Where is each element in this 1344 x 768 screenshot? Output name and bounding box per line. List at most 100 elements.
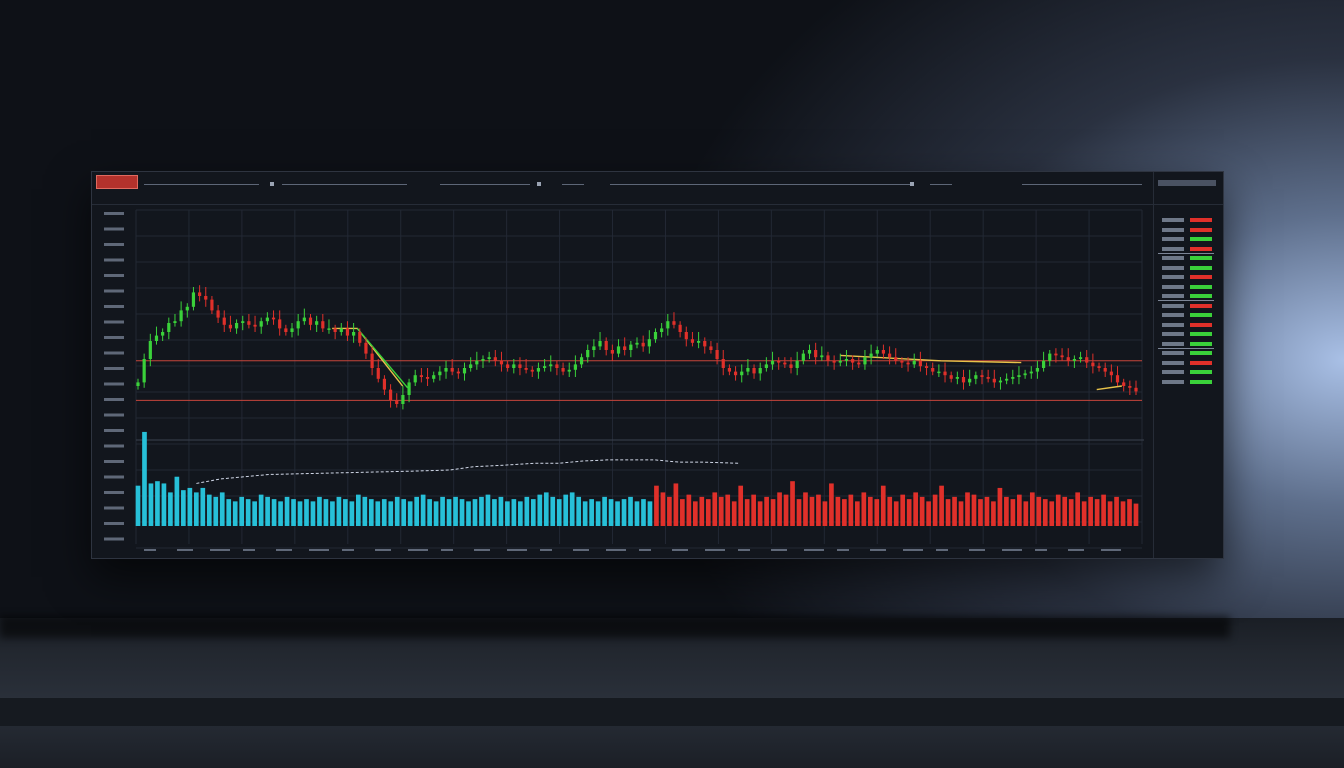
x-tick-label <box>936 549 948 551</box>
candle-body <box>191 292 196 307</box>
volume-bar <box>420 494 426 526</box>
candle-body <box>321 321 325 329</box>
candle-body <box>395 400 399 404</box>
candle-body <box>949 375 953 379</box>
candle-body <box>536 368 541 372</box>
candle-body <box>998 380 1003 383</box>
volume-bar <box>155 481 160 526</box>
volume-bar <box>1023 501 1029 526</box>
candle-body <box>444 368 448 372</box>
volume-bar <box>926 501 931 526</box>
volume-bar <box>919 496 925 526</box>
volume-bar <box>304 499 309 526</box>
volume-bar <box>615 501 620 526</box>
candle-body <box>364 342 368 354</box>
volume-bar <box>660 492 666 526</box>
candle-body <box>265 317 269 322</box>
x-axis-labels <box>144 549 1121 551</box>
volume-bar <box>381 499 387 526</box>
volume-bar <box>692 501 698 526</box>
y-axis-labels <box>104 212 124 541</box>
candle-body <box>161 332 165 336</box>
candle-body <box>635 342 639 345</box>
volume-bar <box>589 499 594 526</box>
y-tick-label <box>104 305 124 308</box>
volume-bar <box>667 496 672 526</box>
candle-body <box>789 364 793 368</box>
y-tick-label <box>104 367 124 370</box>
volume-bar <box>1068 499 1074 526</box>
x-tick-label <box>243 549 255 551</box>
volume-bar <box>1075 492 1081 526</box>
desk-surface <box>0 618 1344 768</box>
candle-body <box>204 296 208 300</box>
candle-body <box>1005 378 1009 381</box>
order-book-size <box>1190 218 1212 222</box>
candle-body <box>388 389 393 401</box>
volume-bar <box>595 501 601 526</box>
y-tick-label <box>104 243 124 246</box>
volume-bar <box>751 494 756 526</box>
candle-body <box>690 339 695 343</box>
volume-bar <box>1120 501 1126 526</box>
candle-body <box>469 364 473 368</box>
volume-bar <box>219 492 225 526</box>
volume-bar <box>861 492 867 526</box>
candle-body <box>185 306 189 311</box>
candle-body <box>1097 366 1101 368</box>
x-tick-label <box>1068 549 1084 551</box>
volume-bar <box>952 496 957 526</box>
candle-body <box>586 350 590 358</box>
candle-body <box>764 364 768 368</box>
volume-bar <box>699 496 705 526</box>
volume-bar <box>1107 501 1113 526</box>
candle-body <box>1048 353 1052 361</box>
y-tick-label <box>104 382 124 386</box>
y-tick-label <box>104 475 124 479</box>
x-tick-label <box>177 549 193 551</box>
candle-body <box>407 382 411 395</box>
candle-body <box>167 323 171 332</box>
volume-bar <box>680 499 685 526</box>
volume-bar <box>427 499 432 526</box>
order-book-price <box>1162 341 1184 346</box>
volume-bar <box>867 496 873 526</box>
candle-body <box>1103 368 1107 372</box>
order-book-price <box>1162 379 1184 384</box>
order-book-divider <box>1158 300 1214 301</box>
candle-body <box>709 346 713 350</box>
volume-bar <box>330 501 335 526</box>
volume-bar <box>524 496 530 526</box>
candle-body <box>284 328 288 332</box>
volume-bar <box>446 499 452 526</box>
candle-body <box>1134 387 1138 392</box>
candle-body <box>1023 373 1027 376</box>
candle-body <box>253 324 257 327</box>
candle-body <box>1128 386 1132 388</box>
x-tick-label <box>771 549 787 551</box>
volume-bar <box>939 485 944 526</box>
x-tick-label <box>738 549 750 551</box>
candle-body <box>512 364 516 368</box>
panel-header <box>1158 180 1216 186</box>
order-book-size <box>1190 294 1212 298</box>
order-book-size <box>1190 284 1212 289</box>
order-book-price <box>1162 246 1184 251</box>
volume-bar <box>1036 496 1042 526</box>
x-tick-label <box>705 549 725 551</box>
volume-bar <box>466 501 471 526</box>
volume-bar <box>1004 496 1009 526</box>
order-book-price <box>1162 265 1184 270</box>
candle-body <box>653 332 658 340</box>
volume-bar <box>174 476 180 526</box>
candle-body <box>1060 355 1064 358</box>
volume-bar <box>375 501 381 526</box>
volume-bar <box>368 499 374 526</box>
order-book-size <box>1190 227 1212 232</box>
volume-bar <box>913 492 918 526</box>
candle-body <box>918 360 922 367</box>
volume-bar <box>518 501 523 526</box>
x-tick-label <box>474 549 490 551</box>
candle-body <box>450 368 454 372</box>
monitor-shadow <box>0 616 1230 638</box>
